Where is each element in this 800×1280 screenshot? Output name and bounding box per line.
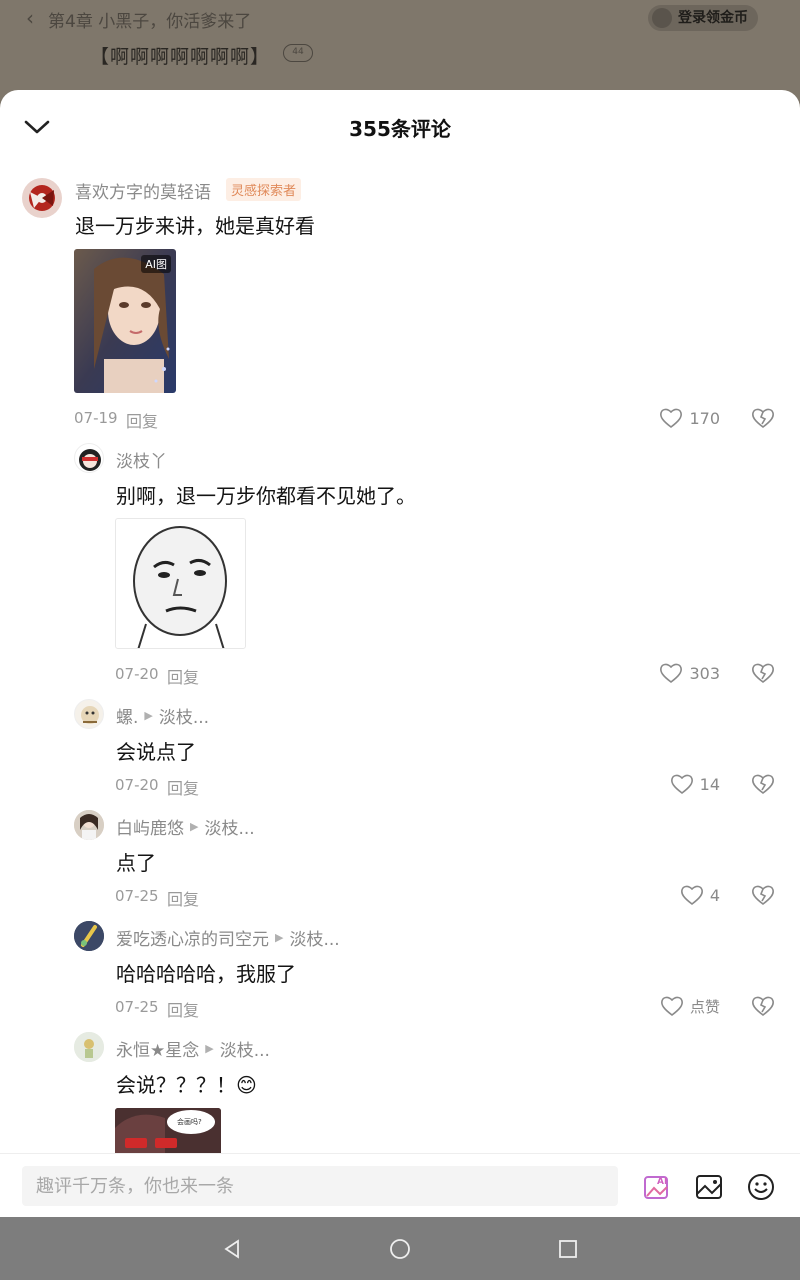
username[interactable]: 淡枝丫 [116, 447, 167, 472]
broken-heart-icon[interactable] [751, 773, 775, 795]
username[interactable]: 喜欢方字的莫轻语 [75, 178, 211, 203]
reply-arrow-icon: ▶ [190, 820, 199, 833]
sticker-bubble-text: 会画吗? [177, 1118, 202, 1126]
avatar[interactable] [74, 443, 104, 473]
reply-to-username[interactable]: 淡枝... [220, 1036, 270, 1061]
coin-icon [652, 8, 672, 28]
like-button[interactable]: 4 [640, 883, 720, 907]
chapter-title: 第4章 小黑子，你活爹来了 [48, 12, 252, 32]
comment-text[interactable]: 退一万步来讲，她是真好看 [75, 210, 315, 239]
comment-input[interactable] [22, 1166, 618, 1206]
reader-background: ‹ 第4章 小黑子，你活爹来了 登录领金币 【啊啊啊啊啊啊啊】 44 [0, 0, 800, 100]
comment-sticker[interactable] [115, 518, 246, 649]
comment-sheet: 355条评论 喜欢方字的莫轻语 灵感探索者 退一万步来讲，她是真好看 AI图 0… [0, 90, 800, 1217]
comment-image[interactable]: AI图 [74, 249, 176, 393]
comment-date: 07-19 [74, 409, 118, 427]
nav-back-icon[interactable] [220, 1237, 244, 1261]
like-count: 4 [709, 885, 720, 905]
comment-text[interactable]: 会说？？？！😊 [116, 1069, 257, 1098]
ai-image-icon[interactable]: AI [642, 1172, 672, 1202]
reply-button[interactable]: 回复 [167, 775, 199, 799]
broken-heart-icon[interactable] [751, 884, 775, 906]
ai-label: AI [657, 1177, 667, 1187]
image-picker-icon[interactable] [695, 1172, 725, 1202]
ai-image-badge: AI图 [141, 255, 171, 273]
comment-date: 07-20 [115, 776, 159, 794]
login-coin-button[interactable]: 登录领金币 [648, 5, 758, 31]
reply-header: 永恒★星念 ▶ 淡枝... [116, 1036, 270, 1061]
heart-icon [661, 996, 683, 1017]
reply-to-username[interactable]: 淡枝... [204, 814, 254, 839]
user-badge: 灵感探索者 [226, 178, 302, 201]
chapter-paragraph: 【啊啊啊啊啊啊啊】 [90, 46, 271, 68]
avatar[interactable] [74, 1032, 104, 1062]
reply-header: 爱吃透心凉的司空元 ▶ 淡枝... [116, 925, 340, 950]
broken-heart-icon[interactable] [751, 407, 775, 429]
comment-date: 07-25 [115, 998, 159, 1016]
avatar[interactable] [22, 178, 62, 218]
reply-arrow-icon: ▶ [205, 1042, 214, 1055]
system-nav-bar [0, 1217, 800, 1280]
comment-text[interactable]: 会说点了 [116, 736, 196, 765]
like-count: 170 [689, 408, 720, 428]
like-button[interactable]: 170 [640, 406, 720, 430]
heart-icon [660, 408, 683, 429]
reply-button[interactable]: 回复 [167, 886, 199, 910]
nav-recents-icon[interactable] [556, 1237, 580, 1261]
reply-button[interactable]: 回复 [167, 664, 199, 688]
reply-arrow-icon: ▶ [275, 931, 284, 944]
comment-date: 07-20 [115, 665, 159, 683]
nav-home-icon[interactable] [388, 1237, 412, 1261]
comment-count-title: 355条评论 [349, 117, 451, 141]
comment-input-bar: AI [0, 1153, 800, 1217]
heart-icon [680, 885, 703, 906]
login-label: 登录领金币 [678, 10, 748, 26]
comment-text[interactable]: 别啊，退一万步你都看不见她了。 [116, 480, 416, 509]
avatar[interactable] [74, 810, 104, 840]
broken-heart-icon[interactable] [751, 662, 775, 684]
like-button[interactable]: 点赞 [620, 994, 720, 1018]
reply-button[interactable]: 回复 [167, 997, 199, 1021]
reply-to-username[interactable]: 淡枝... [289, 925, 339, 950]
reply-arrow-icon: ▶ [144, 709, 153, 722]
back-icon[interactable]: ‹ [26, 6, 34, 30]
reply-to-username[interactable]: 淡枝... [159, 703, 209, 728]
username[interactable]: 螺. [116, 703, 138, 728]
like-count: 303 [689, 663, 720, 683]
reply-header: 螺. ▶ 淡枝... [116, 703, 209, 728]
reply-header: 白屿鹿悠 ▶ 淡枝... [116, 814, 255, 839]
username[interactable]: 白屿鹿悠 [116, 814, 184, 839]
comment-sticker[interactable]: 会画吗? [115, 1108, 221, 1154]
username[interactable]: 爱吃透心凉的司空元 [116, 925, 269, 950]
comment-text[interactable]: 哈哈哈哈哈，我服了 [116, 958, 296, 987]
like-count: 点赞 [689, 997, 720, 1016]
broken-heart-icon[interactable] [751, 995, 775, 1017]
like-button[interactable]: 14 [640, 772, 720, 796]
comment-text[interactable]: 点了 [116, 847, 156, 876]
paragraph-comment-badge[interactable]: 44 [283, 44, 313, 62]
like-button[interactable]: 303 [640, 661, 720, 685]
reply-button[interactable]: 回复 [126, 408, 158, 432]
sheet-header: 355条评论 [0, 90, 800, 164]
heart-icon [670, 774, 693, 795]
like-count: 14 [699, 774, 720, 794]
comment-date: 07-25 [115, 887, 159, 905]
heart-icon [660, 663, 683, 684]
avatar[interactable] [74, 921, 104, 951]
emoji-icon[interactable] [746, 1172, 776, 1202]
username[interactable]: 永恒★星念 [116, 1036, 199, 1061]
comment-list[interactable]: 喜欢方字的莫轻语 灵感探索者 退一万步来讲，她是真好看 AI图 07-19 回复… [0, 164, 800, 1154]
avatar[interactable] [74, 699, 104, 729]
